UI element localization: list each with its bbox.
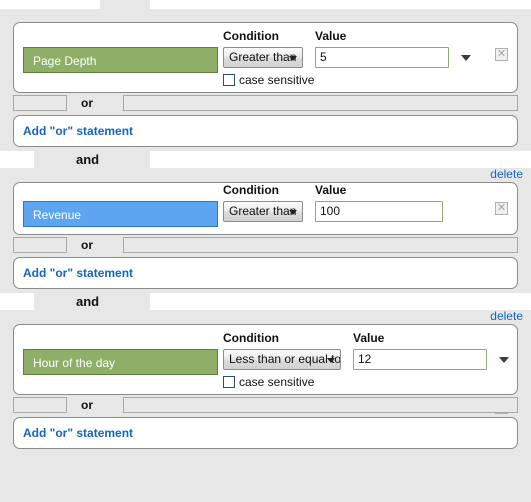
value-field-label: Value [353,331,385,345]
add-or-statement-box[interactable]: Add "or" statement [13,115,518,147]
or-separator: or [13,93,518,115]
condition-field-label: Condition [223,331,279,345]
dimension-label[interactable]: Revenue [23,201,218,227]
value-input[interactable]: 5 [315,47,449,68]
separator-segment-right [150,293,531,310]
case-sensitive-label: case sensitive [239,375,315,389]
case-sensitive-checkbox[interactable] [223,74,235,86]
condition-select[interactable]: Greater than [223,201,303,222]
or-label: or [81,398,93,412]
and-separator: and delete [0,289,531,324]
value-dropdown-icon[interactable] [461,55,471,61]
add-or-statement-link[interactable]: Add "or" statement [23,426,133,440]
separator-segment-left [0,151,34,168]
value-input[interactable]: 12 [353,349,487,370]
separator-segment-right [150,0,531,9]
value-field-label: Value [315,183,347,197]
condition-select[interactable]: Greater than [223,47,303,68]
condition-group: Page Depth Condition Greater than Value 5 cas… [13,22,518,93]
chevron-down-icon [289,210,297,215]
or-label: or [81,96,93,110]
condition-row: Hour of the day Condition Less than or equ… [13,324,518,414]
condition-row: Revenue Condition Greater than Value 100 ✕ [13,182,518,235]
and-label: and [76,294,100,309]
separator-bar-left [13,397,67,413]
condition-select-value: Greater than [229,204,297,218]
separator-bar-left [13,237,67,253]
condition-row: Page Depth Condition Greater than Value 5 cas… [13,22,518,93]
separator-bar-left [13,95,67,111]
case-sensitive-checkbox[interactable] [223,376,235,388]
condition-group: Revenue Condition Greater than Value 100 ✕ [13,182,518,235]
separator-bar-right [123,397,518,413]
delete-group-link[interactable]: delete [490,309,523,323]
or-separator: or [13,235,518,257]
remove-condition-icon[interactable]: ✕ [495,202,508,215]
case-sensitive-option[interactable]: case sensitive [223,375,314,389]
and-label: and [76,152,100,167]
add-or-statement-link[interactable]: Add "or" statement [23,266,133,280]
add-or-statement-box[interactable]: Add "or" statement [13,257,518,289]
dimension-label[interactable]: Hour of the day [23,349,218,375]
condition-field-label: Condition [223,29,279,43]
and-separator: and delete [0,147,531,182]
or-label: or [81,238,93,252]
condition-field-label: Condition [223,183,279,197]
condition-group: Hour of the day Condition Less than or equ… [13,324,518,414]
chevron-down-icon [327,358,335,363]
value-field-label: Value [315,29,347,43]
top-partial-separator [0,0,531,14]
chevron-down-icon [289,56,297,61]
separator-segment-right [150,151,531,168]
case-sensitive-option[interactable]: case sensitive [223,73,314,87]
separator-segment-left [0,293,34,310]
add-or-statement-link[interactable]: Add "or" statement [23,124,133,138]
value-input[interactable]: 100 [315,201,443,222]
condition-select-value: Less than or equal to [229,352,341,366]
separator-bar-right [123,237,518,253]
case-sensitive-label: case sensitive [239,73,315,87]
add-or-statement-box[interactable]: Add "or" statement [13,417,518,449]
dimension-label[interactable]: Page Depth [23,47,218,73]
separator-bar-right [123,95,518,111]
filter-builder: Page Depth Condition Greater than Value 5 cas… [0,14,531,449]
or-separator: or [13,395,518,417]
condition-select-value: Greater than [229,50,297,64]
value-dropdown-icon[interactable] [499,357,509,363]
separator-segment-left [0,0,100,9]
condition-select[interactable]: Less than or equal to [223,349,341,370]
delete-group-link[interactable]: delete [490,167,523,181]
remove-condition-icon[interactable]: ✕ [495,48,508,61]
